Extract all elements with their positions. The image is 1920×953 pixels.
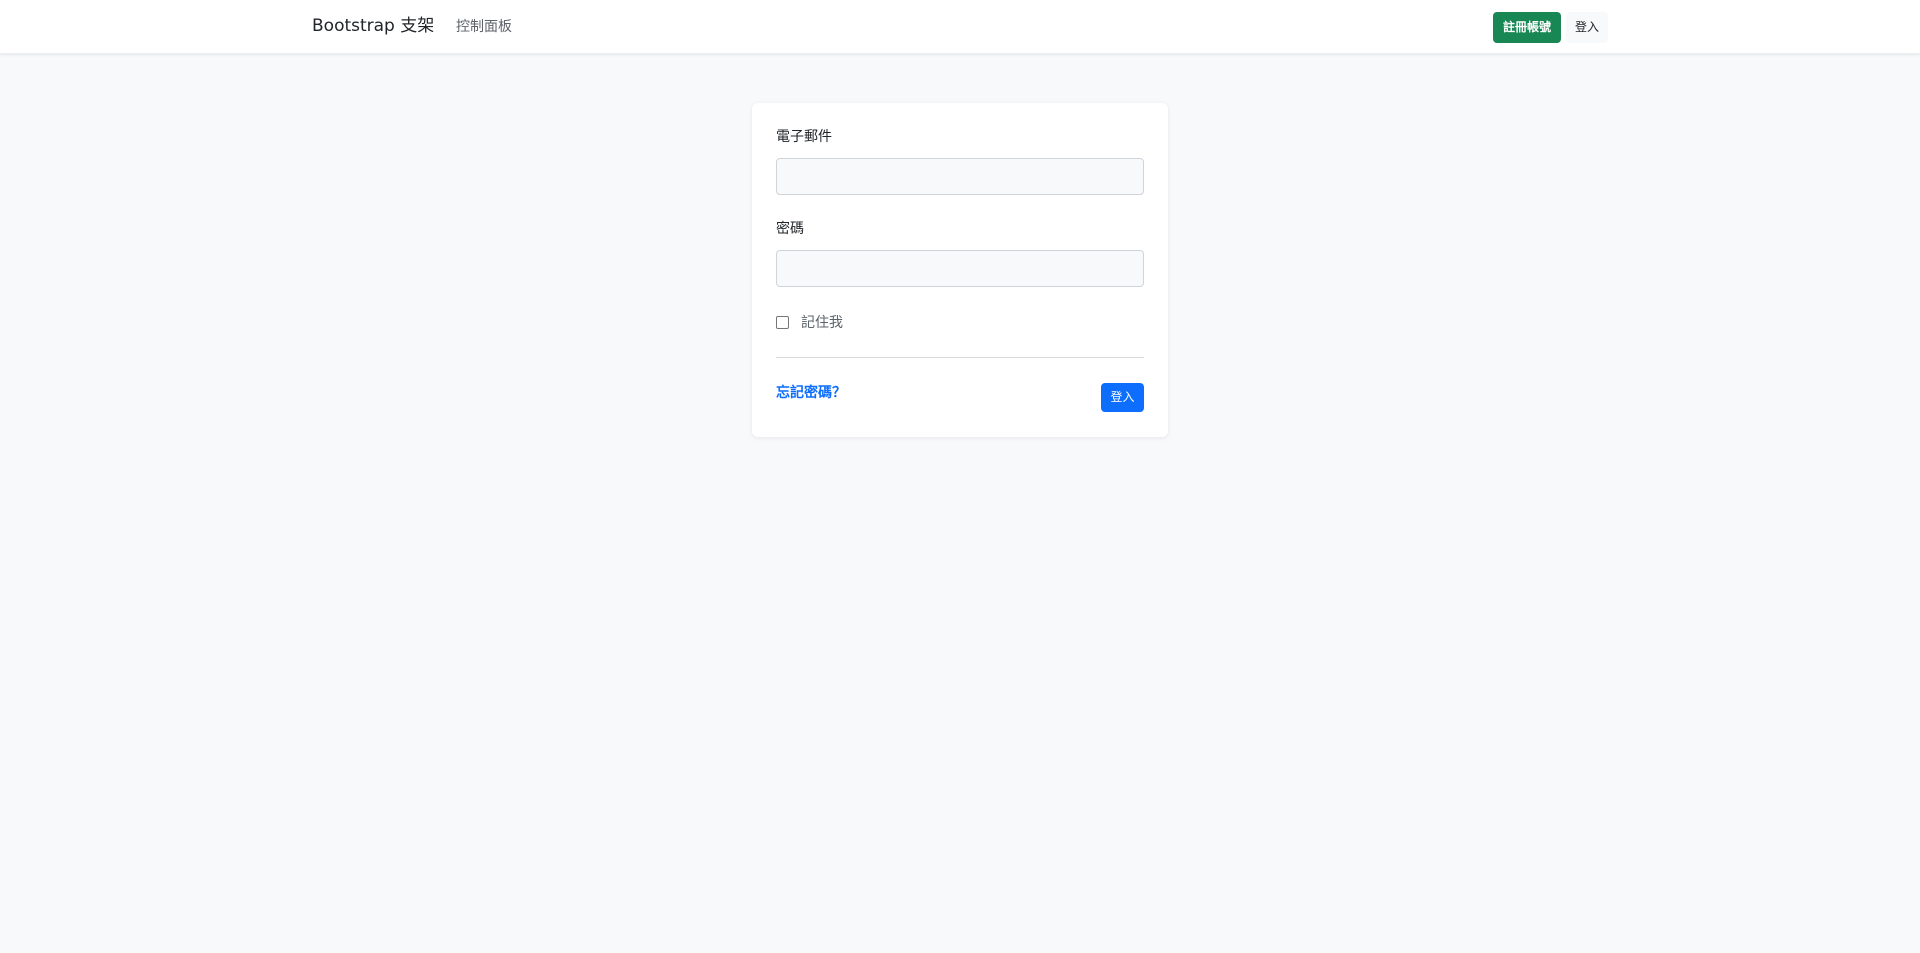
divider [776, 357, 1144, 358]
top-navbar: Bootstrap 支架 控制面板 註冊帳號 登入 [0, 0, 1920, 54]
password-label: 密碼 [776, 221, 804, 237]
login-card: 電子郵件 密碼 記住我 忘記密碼？ 登入 [752, 103, 1168, 437]
remember-me-checkbox[interactable] [776, 315, 789, 329]
navbar-login-button[interactable]: 登入 [1566, 12, 1608, 43]
email-label: 電子郵件 [776, 129, 832, 145]
nav-link-dashboard[interactable]: 控制面板 [456, 17, 512, 37]
remember-me-label[interactable]: 記住我 [801, 313, 843, 333]
brand-link[interactable]: Bootstrap 支架 [312, 14, 434, 38]
password-field[interactable] [776, 250, 1144, 287]
register-button[interactable]: 註冊帳號 [1493, 12, 1561, 43]
forgot-password-link[interactable]: 忘記密碼？ [776, 383, 846, 403]
email-field[interactable] [776, 158, 1144, 195]
login-submit-button[interactable]: 登入 [1101, 383, 1144, 412]
remember-me: 記住我 [776, 313, 843, 333]
